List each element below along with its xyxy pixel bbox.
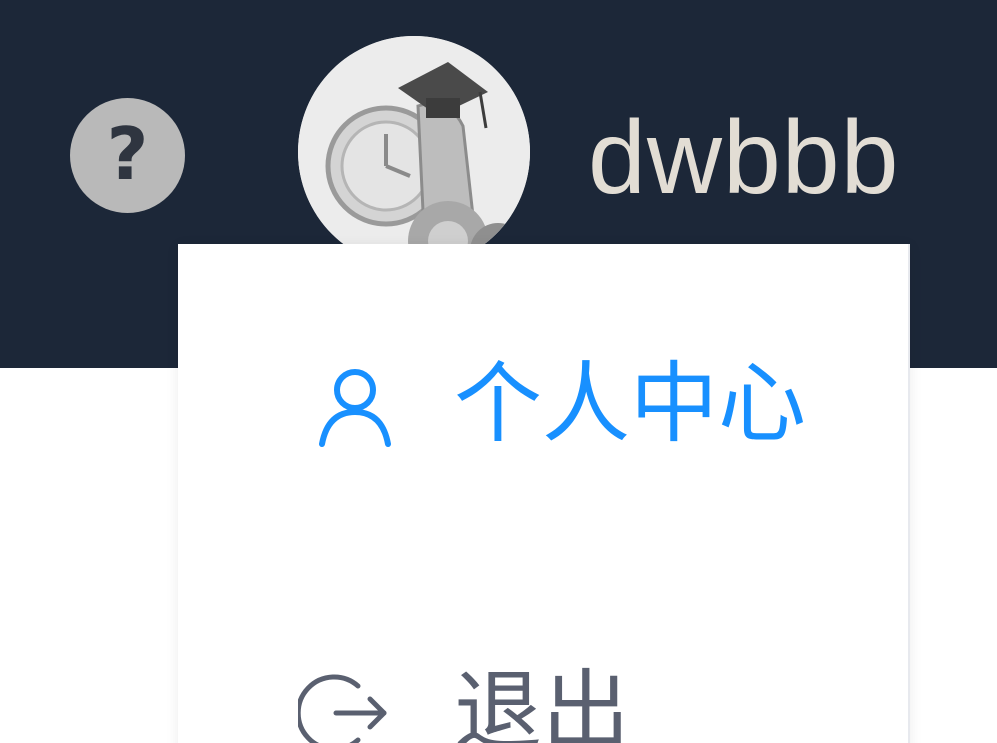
user-avatar[interactable] <box>298 36 530 268</box>
menu-item-logout-label: 退出 <box>454 660 631 743</box>
logout-icon <box>298 674 387 743</box>
help-icon: ? <box>106 111 149 196</box>
username-label[interactable]: dwbbb <box>588 98 899 218</box>
app-root: ? dwbbb 个人中心 退出 <box>0 0 997 743</box>
menu-item-profile-label: 个人中心 <box>454 352 807 455</box>
user-dropdown-menu: 个人中心 退出 <box>178 244 910 743</box>
user-icon <box>319 369 391 447</box>
menu-item-profile[interactable]: 个人中心 <box>178 334 908 474</box>
menu-item-logout[interactable]: 退出 <box>178 622 908 743</box>
avatar-illustration-icon <box>298 36 530 268</box>
help-button[interactable]: ? <box>70 98 185 213</box>
